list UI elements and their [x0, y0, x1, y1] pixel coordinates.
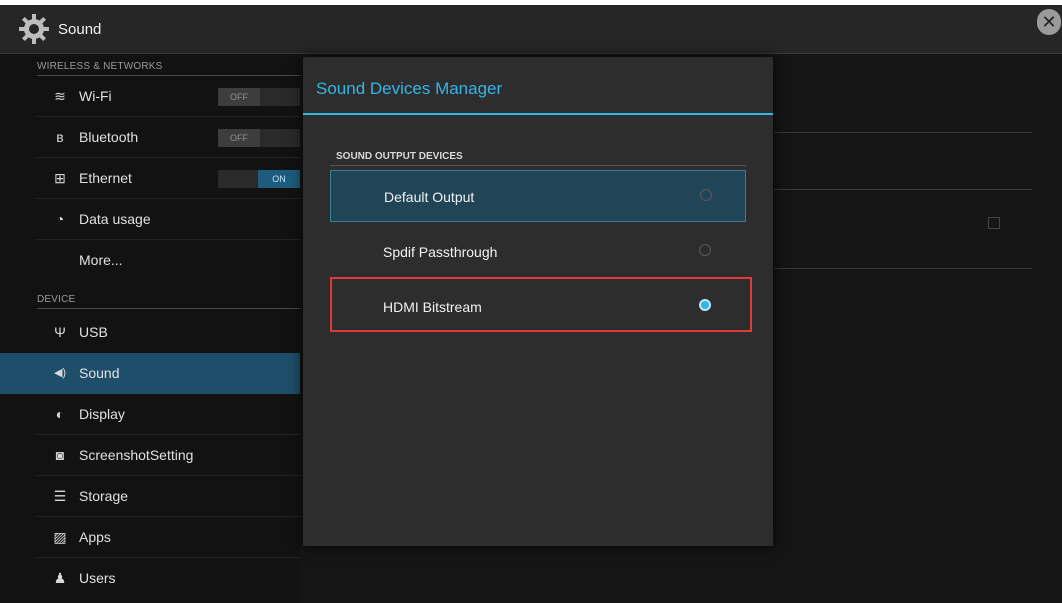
divider [774, 189, 1032, 190]
ethernet-toggle[interactable]: ON [218, 170, 300, 188]
sidebar-item-more[interactable]: More... [0, 240, 300, 281]
divider [330, 165, 746, 166]
sidebar-item-usb[interactable]: Ψ USB [0, 312, 300, 353]
sidebar-item-wifi[interactable]: ≋ Wi-Fi OFF [0, 76, 300, 117]
sidebar-item-screenshot-setting[interactable]: ◙ ScreenshotSetting [0, 435, 300, 476]
camera-icon: ◙ [55, 447, 65, 463]
bluetooth-icon: ʙ [56, 129, 64, 145]
display-icon: ◐ [55, 406, 65, 422]
sidebar-item-ethernet[interactable]: ⊞ Ethernet ON [0, 158, 300, 199]
usb-icon: Ψ [54, 324, 66, 340]
option-label: Spdif Passthrough [383, 244, 498, 260]
close-icon[interactable]: ✕ [1037, 9, 1061, 35]
sidebar-item-label: Storage [79, 488, 129, 504]
bluetooth-toggle[interactable]: OFF [218, 129, 300, 147]
sidebar-item-display[interactable]: ◐ Display [0, 394, 300, 435]
sidebar-item-storage[interactable]: ☰ Storage [0, 476, 300, 517]
option-label: Default Output [384, 189, 475, 205]
sidebar-item-label: Wi-Fi [79, 88, 112, 104]
data-usage-icon: ◔ [55, 211, 65, 227]
sidebar-item-label: Bluetooth [79, 129, 139, 145]
dialog-title: Sound Devices Manager [316, 79, 503, 98]
sidebar-item-sound[interactable]: ◀) Sound [0, 353, 300, 394]
sidebar-item-label: Sound [79, 365, 120, 381]
sidebar-item-label: ScreenshotSetting [79, 447, 194, 463]
divider [774, 132, 1032, 133]
sidebar-item-label: Data usage [79, 211, 151, 227]
radio-button[interactable] [700, 189, 712, 201]
sidebar-item-label: More... [79, 252, 123, 268]
app-title: Sound [58, 21, 102, 38]
sidebar-item-label: Ethernet [79, 170, 132, 186]
sidebar-item-label: Apps [79, 529, 111, 545]
divider [774, 268, 1032, 269]
section-header-output-devices: SOUND OUTPUT DEVICES [336, 151, 463, 162]
section-header-wireless: WIRELESS & NETWORKS [0, 58, 300, 76]
annotation-highlight-box [330, 277, 752, 332]
apps-icon: ▨ [53, 529, 67, 545]
sidebar-item-label: Display [79, 406, 125, 422]
sidebar-item-label: Users [79, 570, 116, 586]
option-default-output[interactable]: Default Output [330, 170, 746, 222]
wifi-icon: ≋ [54, 88, 66, 104]
option-spdif-passthrough[interactable]: Spdif Passthrough [330, 226, 746, 278]
sidebar-item-bluetooth[interactable]: ʙ Bluetooth OFF [0, 117, 300, 158]
gear-icon[interactable] [18, 13, 50, 45]
radio-button[interactable] [699, 244, 711, 256]
users-icon: ♟ [53, 570, 67, 586]
wifi-toggle[interactable]: OFF [218, 88, 300, 106]
sidebar-item-label: USB [79, 324, 108, 340]
sidebar-item-users[interactable]: ♟ Users [0, 558, 300, 599]
dialog-title-divider [303, 113, 773, 115]
sidebar-item-data-usage[interactable]: ◔ Data usage [0, 199, 300, 240]
section-header-device: DEVICE [0, 291, 300, 309]
setting-checkbox[interactable] [988, 217, 1000, 229]
action-bar: Sound [0, 5, 1062, 54]
storage-icon: ☰ [53, 488, 67, 504]
speaker-icon: ◀) [53, 367, 67, 379]
sidebar-item-apps[interactable]: ▨ Apps [0, 517, 300, 558]
ethernet-icon: ⊞ [54, 170, 66, 186]
settings-sidebar: WIRELESS & NETWORKS ≋ Wi-Fi OFF ʙ Blueto… [0, 54, 300, 603]
